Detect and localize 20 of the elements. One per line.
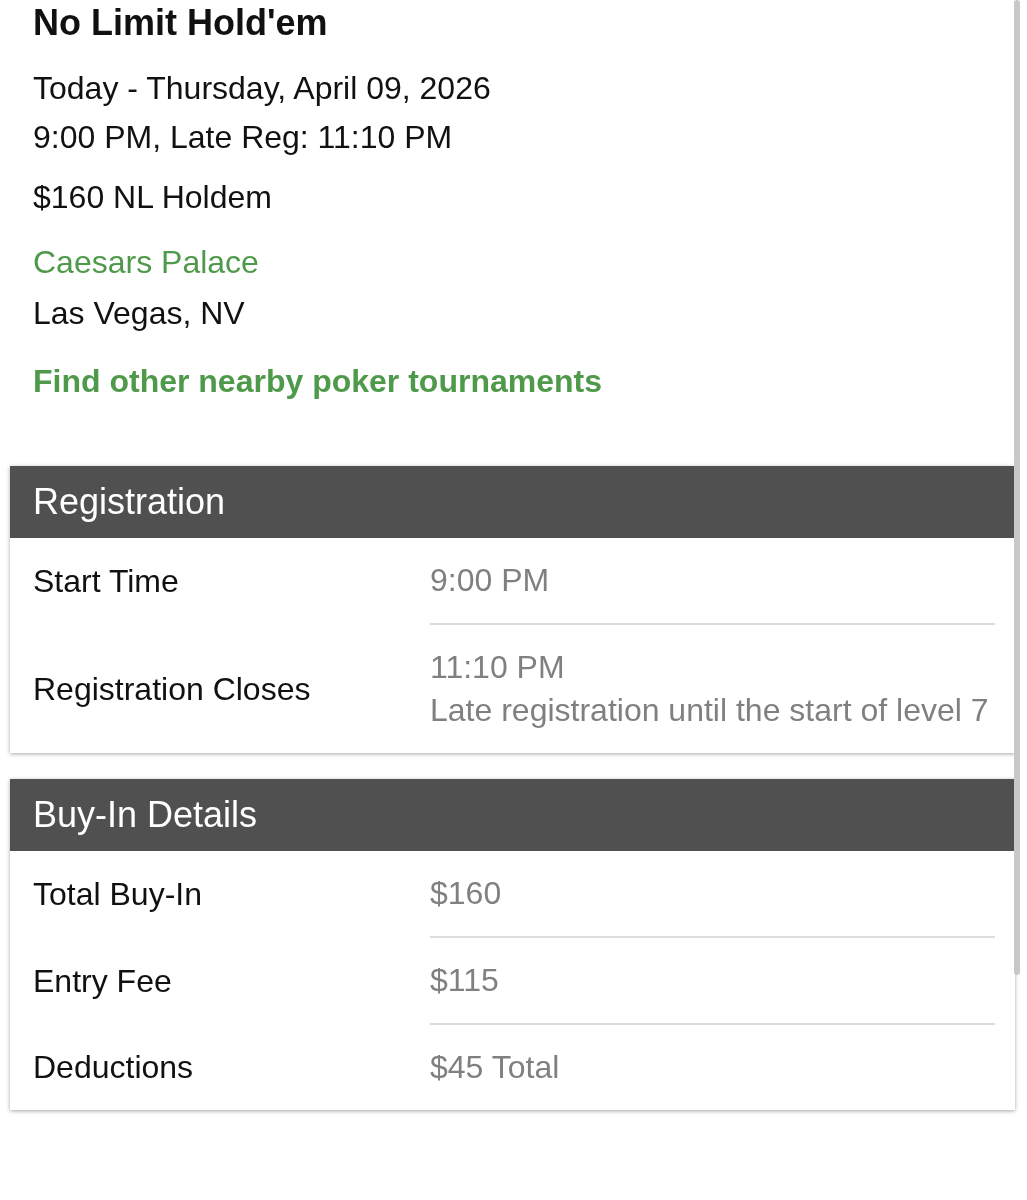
row-value: $115 [430, 938, 995, 1025]
time-text: 9:00 PM, Late Reg: 11:10 PM [33, 118, 454, 157]
row-label: Registration Closes [32, 670, 312, 708]
section-header: Buy-In Details [10, 779, 1015, 851]
row-label: Entry Fee [32, 963, 173, 1000]
row-value: $45 Total [430, 1048, 561, 1087]
row-label: Deductions [32, 1049, 195, 1086]
date-text: Today - Thursday, April 09, 2026 [33, 69, 492, 108]
scrollbar-thumb[interactable] [1014, 0, 1020, 975]
row-value: 9:00 PM [430, 538, 995, 625]
nearby-tournaments-link[interactable]: Find other nearby poker tournaments [33, 361, 602, 401]
row-label: Total Buy-In [32, 876, 203, 913]
venue-link[interactable]: Caesars Palace [33, 242, 994, 282]
tournament-title: No Limit Hold'em [33, 1, 329, 44]
row-value: $160 [430, 851, 995, 938]
section-header: Registration [10, 466, 1015, 538]
row-value: 11:10 PM Late registration until the start of level 7 [430, 648, 990, 730]
event-name: $160 NL Holdem [33, 178, 273, 217]
location-text: Las Vegas, NV [33, 294, 246, 333]
row-label: Start Time [32, 563, 180, 600]
